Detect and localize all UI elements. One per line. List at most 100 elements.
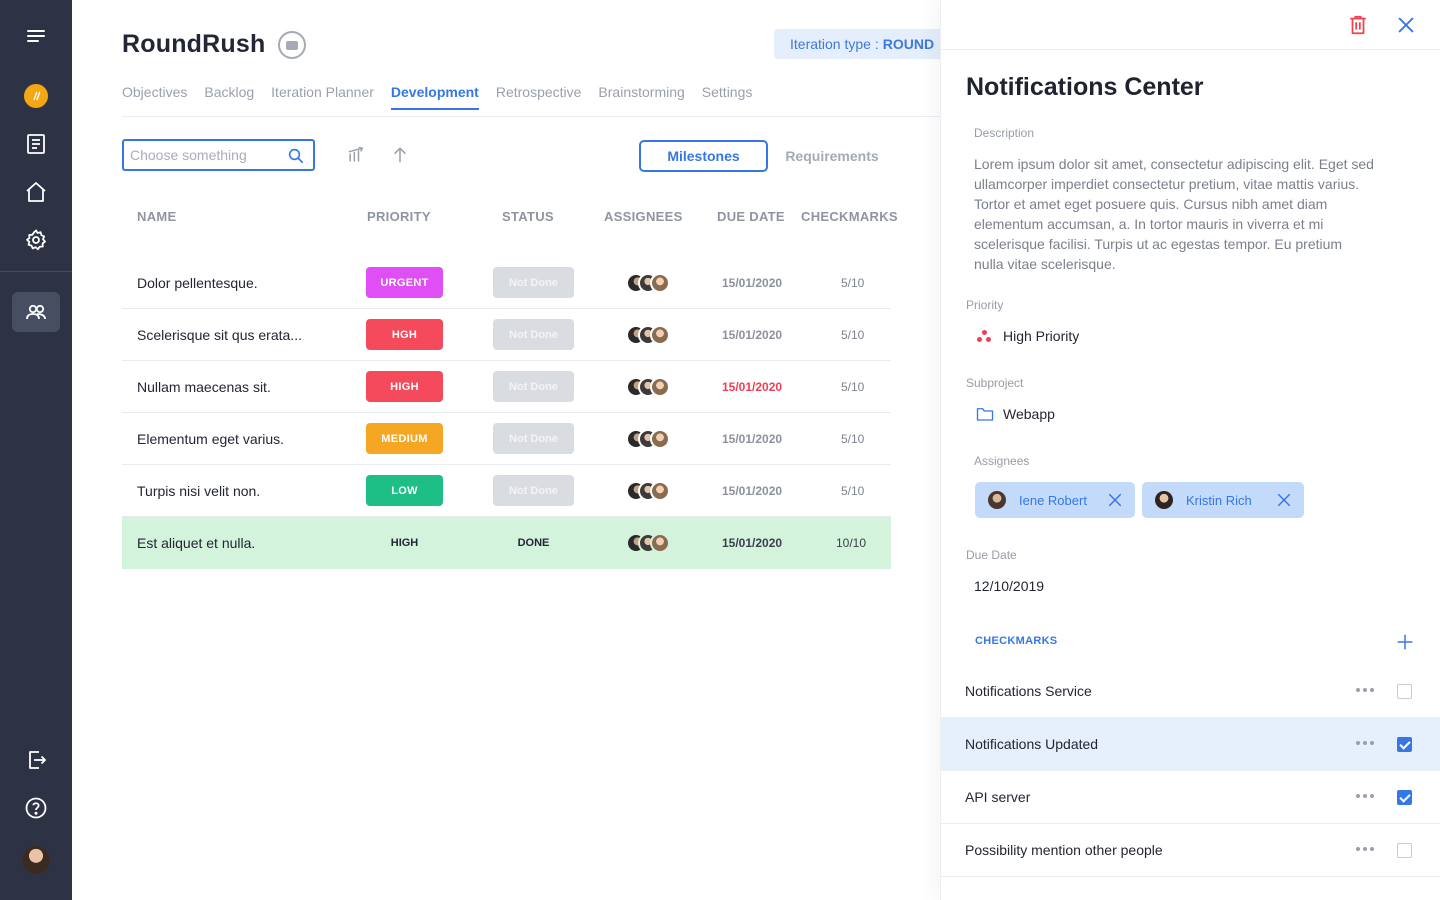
search-box bbox=[122, 139, 315, 171]
avatar bbox=[650, 429, 670, 449]
avatar bbox=[988, 491, 1006, 509]
status-badge[interactable]: Not Done bbox=[493, 319, 574, 350]
column-header-due-date[interactable]: DUE DATE bbox=[717, 209, 785, 224]
status-badge[interactable]: Not Done bbox=[493, 371, 574, 402]
row-name: Nullam maecenas sit. bbox=[137, 379, 271, 395]
remove-assignee-icon[interactable] bbox=[1276, 492, 1292, 508]
page-title: RoundRush bbox=[122, 30, 266, 58]
checkmark-item[interactable]: Notifications Updated bbox=[941, 718, 1440, 771]
more-options-icon[interactable] bbox=[1356, 741, 1374, 747]
assignee-avatars[interactable] bbox=[626, 325, 674, 345]
checkmarks-count: 5/10 bbox=[841, 328, 865, 342]
table-row[interactable]: Dolor pellentesque. URGENT Not Done 15/0… bbox=[122, 257, 891, 309]
home-icon[interactable] bbox=[12, 172, 60, 212]
trash-icon[interactable] bbox=[1347, 14, 1369, 36]
priority-value[interactable]: High Priority bbox=[1003, 328, 1079, 344]
logout-icon[interactable] bbox=[12, 740, 60, 780]
table-row[interactable]: Nullam maecenas sit. HIGH Not Done 15/01… bbox=[122, 361, 891, 413]
status-badge[interactable]: Not Done bbox=[493, 267, 574, 298]
avatar bbox=[650, 325, 670, 345]
assignee-chip[interactable]: Kristin Rich bbox=[1142, 482, 1304, 518]
checkmarks-count: 5/10 bbox=[841, 432, 865, 446]
tab-brainstorming[interactable]: Brainstorming bbox=[598, 84, 684, 110]
assignee-avatars[interactable] bbox=[626, 533, 674, 553]
checkmarks-heading: CHECKMARKS bbox=[975, 635, 1058, 647]
user-avatar[interactable] bbox=[12, 840, 60, 880]
help-icon[interactable] bbox=[12, 788, 60, 828]
assignee-avatars[interactable] bbox=[626, 377, 674, 397]
tab-iteration-planner[interactable]: Iteration Planner bbox=[271, 84, 374, 110]
tab-objectives[interactable]: Objectives bbox=[122, 84, 187, 110]
column-header-priority[interactable]: PRIORITY bbox=[367, 209, 431, 224]
checkmark-checkbox[interactable] bbox=[1397, 737, 1412, 752]
assignees-label: Assignees bbox=[974, 454, 1030, 468]
document-icon[interactable] bbox=[12, 124, 60, 164]
assignee-name: Iene Robert bbox=[1019, 492, 1087, 508]
checkmark-label: Notifications Service bbox=[965, 683, 1092, 699]
priority-label: Priority bbox=[966, 298, 1004, 312]
tab-settings[interactable]: Settings bbox=[702, 84, 753, 110]
app-logo-icon[interactable] bbox=[12, 76, 60, 116]
milestones-button[interactable]: Milestones bbox=[639, 140, 768, 172]
assignee-name: Kristin Rich bbox=[1186, 492, 1252, 508]
checkmark-checkbox[interactable] bbox=[1397, 790, 1412, 805]
search-icon[interactable] bbox=[287, 147, 305, 165]
tab-retrospective[interactable]: Retrospective bbox=[496, 84, 582, 110]
checkmark-item[interactable]: Notifications Service bbox=[941, 665, 1440, 718]
video-camera-icon[interactable] bbox=[278, 31, 306, 59]
requirements-button[interactable]: Requirements bbox=[778, 140, 886, 172]
search-input[interactable] bbox=[130, 145, 280, 165]
priority-badge[interactable]: HIGH bbox=[366, 371, 443, 402]
checkmarks-count: 5/10 bbox=[841, 380, 865, 394]
due-date: 15/01/2020 bbox=[722, 328, 783, 342]
close-icon[interactable] bbox=[1395, 14, 1417, 36]
more-options-icon[interactable] bbox=[1356, 794, 1374, 800]
description-text[interactable]: Lorem ipsum dolor sit amet, consectetur … bbox=[974, 154, 1374, 274]
tab-development[interactable]: Development bbox=[390, 84, 479, 110]
priority-label[interactable]: HIGH bbox=[366, 517, 443, 569]
menu-icon[interactable] bbox=[12, 16, 60, 56]
assignee-chip[interactable]: Iene Robert bbox=[975, 482, 1135, 518]
column-header-status[interactable]: STATUS bbox=[502, 209, 554, 224]
column-header-assignees[interactable]: ASSIGNEES bbox=[604, 209, 683, 224]
checkmarks-count: 5/10 bbox=[841, 276, 865, 290]
checkmark-checkbox[interactable] bbox=[1397, 684, 1412, 699]
checkmark-item[interactable]: Possibility mention other people bbox=[941, 824, 1440, 877]
assignee-avatars[interactable] bbox=[626, 273, 674, 293]
more-options-icon[interactable] bbox=[1356, 688, 1374, 694]
checkmark-item[interactable]: API server bbox=[941, 771, 1440, 824]
status-label[interactable]: DONE bbox=[493, 517, 574, 569]
row-name: Scelerisque sit qus erata... bbox=[137, 327, 302, 343]
column-header-name[interactable]: NAME bbox=[137, 209, 176, 224]
priority-badge[interactable]: URGENT bbox=[366, 267, 443, 298]
assignee-avatars[interactable] bbox=[626, 429, 674, 449]
checkmark-checkbox[interactable] bbox=[1397, 843, 1412, 858]
team-icon[interactable] bbox=[12, 292, 60, 332]
table-row[interactable]: Turpis nisi velit non. LOW Not Done 15/0… bbox=[122, 465, 891, 517]
checkmark-label: API server bbox=[965, 789, 1031, 805]
table-row[interactable]: Elementum eget varius. MEDIUM Not Done 1… bbox=[122, 413, 891, 465]
status-badge[interactable]: Not Done bbox=[493, 475, 574, 506]
subproject-value[interactable]: Webapp bbox=[1003, 406, 1055, 422]
remove-assignee-icon[interactable] bbox=[1107, 492, 1123, 508]
row-name: Elementum eget varius. bbox=[137, 431, 285, 447]
more-options-icon[interactable] bbox=[1356, 847, 1374, 853]
sort-icon[interactable] bbox=[346, 145, 366, 165]
priority-badge[interactable]: MEDIUM bbox=[366, 423, 443, 454]
tab-backlog[interactable]: Backlog bbox=[204, 84, 254, 110]
sidebar-divider bbox=[0, 271, 72, 272]
priority-badge[interactable]: LOW bbox=[366, 475, 443, 506]
assignee-avatars[interactable] bbox=[626, 481, 674, 501]
arrow-up-icon[interactable] bbox=[390, 145, 410, 165]
table-row[interactable]: Scelerisque sit qus erata... HGH Not Don… bbox=[122, 309, 891, 361]
priority-badge[interactable]: HGH bbox=[366, 319, 443, 350]
iteration-type-badge: Iteration type : ROUND bbox=[774, 29, 940, 59]
due-date-value[interactable]: 12/10/2019 bbox=[974, 578, 1044, 594]
status-badge[interactable]: Not Done bbox=[493, 423, 574, 454]
table-row-done[interactable]: Est aliquet et nulla. HIGH DONE 15/01/20… bbox=[122, 517, 891, 569]
add-checkmark-icon[interactable] bbox=[1396, 633, 1414, 651]
panel-title: Notifications Center bbox=[966, 73, 1204, 101]
checkmarks-count: 10/10 bbox=[836, 536, 867, 550]
column-header-checkmarks[interactable]: CHECKMARKS bbox=[801, 209, 898, 224]
gear-icon[interactable] bbox=[12, 220, 60, 260]
